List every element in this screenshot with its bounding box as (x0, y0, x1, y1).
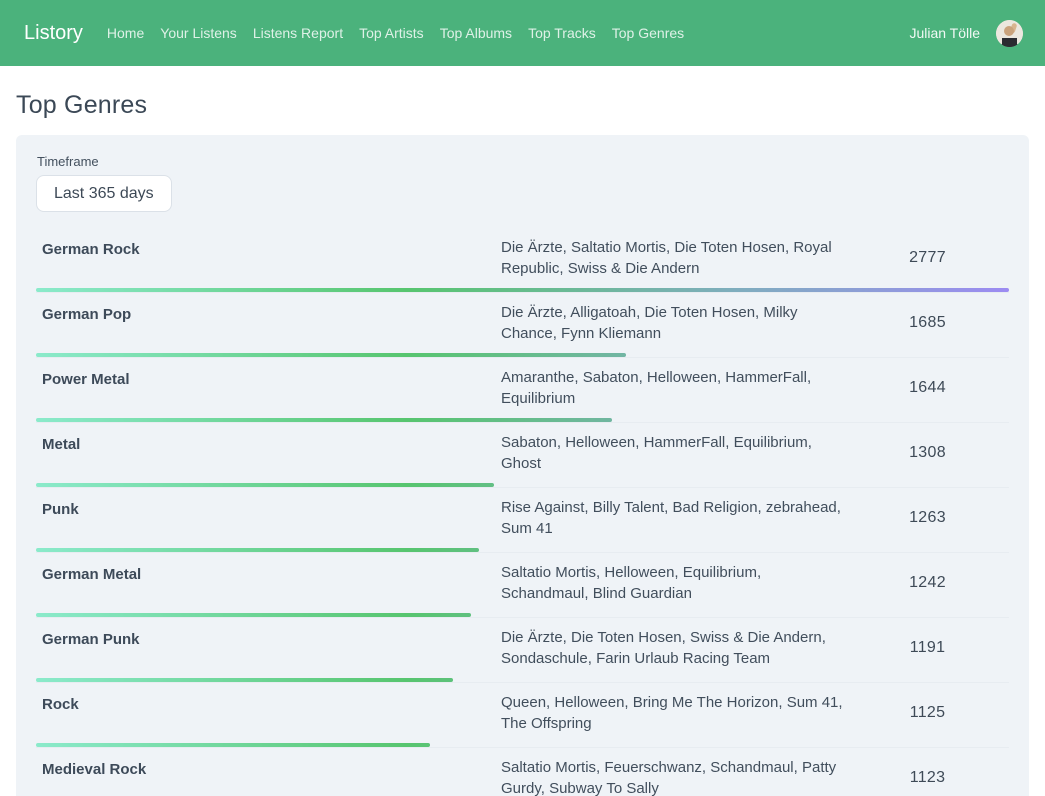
genre-name: Rock (36, 692, 501, 734)
genre-row: German Metal Saltatio Mortis, Helloween,… (36, 553, 1009, 618)
genre-progress-bar (36, 418, 612, 422)
genre-row: German Rock Die Ärzte, Saltatio Mortis, … (36, 228, 1009, 293)
genre-row: German Pop Die Ärzte, Alligatoah, Die To… (36, 293, 1009, 358)
genre-top-artists: Amaranthe, Sabaton, Helloween, HammerFal… (501, 367, 846, 409)
genre-row: Metal Sabaton, Helloween, HammerFall, Eq… (36, 423, 1009, 488)
genre-top-artists: Die Ärzte, Die Toten Hosen, Swiss & Die … (501, 627, 846, 669)
genre-listen-count: 1685 (846, 314, 1009, 332)
genre-progress-bar (36, 288, 1009, 292)
genre-top-artists: Queen, Helloween, Bring Me The Horizon, … (501, 692, 846, 734)
genre-listen-count: 1242 (846, 574, 1009, 592)
genre-top-artists: Sabaton, Helloween, HammerFall, Equilibr… (501, 432, 846, 474)
genre-name: German Pop (36, 302, 501, 344)
genre-top-artists: Die Ärzte, Saltatio Mortis, Die Toten Ho… (501, 237, 846, 279)
genre-listen-count: 1123 (846, 769, 1009, 787)
genre-name: Medieval Rock (36, 757, 501, 796)
nav-link-your-listens[interactable]: Your Listens (152, 19, 245, 47)
user-avatar-icon[interactable] (996, 20, 1023, 47)
user-name[interactable]: Julian Tölle (909, 25, 980, 41)
genre-progress-bar (36, 548, 479, 552)
top-genres-card: Timeframe Last 365 days German Rock Die … (16, 135, 1029, 796)
main-nav: HomeYour ListensListens ReportTop Artist… (99, 19, 692, 47)
timeframe-select[interactable]: Last 365 days (36, 175, 172, 212)
nav-link-top-albums[interactable]: Top Albums (432, 19, 520, 47)
nav-link-top-genres[interactable]: Top Genres (604, 19, 692, 47)
app-logo[interactable]: Listory (24, 22, 83, 45)
genre-progress-bar (36, 743, 430, 747)
genre-top-artists: Rise Against, Billy Talent, Bad Religion… (501, 497, 846, 539)
genre-top-artists: Die Ärzte, Alligatoah, Die Toten Hosen, … (501, 302, 846, 344)
genre-row: Punk Rise Against, Billy Talent, Bad Rel… (36, 488, 1009, 553)
genre-listen-count: 1263 (846, 509, 1009, 527)
navbar: Listory HomeYour ListensListens ReportTo… (0, 0, 1045, 66)
genre-listen-count: 1644 (846, 379, 1009, 397)
genre-row: Rock Queen, Helloween, Bring Me The Hori… (36, 683, 1009, 748)
navbar-left: Listory HomeYour ListensListens ReportTo… (24, 19, 692, 47)
genre-listen-count: 1191 (846, 639, 1009, 657)
genre-progress-bar (36, 483, 494, 487)
page-title: Top Genres (16, 91, 1029, 120)
genre-progress-bar (36, 353, 626, 357)
genre-row: Power Metal Amaranthe, Sabaton, Hellowee… (36, 358, 1009, 423)
genre-list: German Rock Die Ärzte, Saltatio Mortis, … (36, 228, 1009, 796)
genre-name: Punk (36, 497, 501, 539)
navbar-right: Julian Tölle (909, 20, 1023, 47)
genre-top-artists: Saltatio Mortis, Helloween, Equilibrium,… (501, 562, 846, 604)
genre-name: German Punk (36, 627, 501, 669)
nav-link-top-artists[interactable]: Top Artists (351, 19, 432, 47)
nav-link-listens-report[interactable]: Listens Report (245, 19, 351, 47)
genre-progress-bar (36, 678, 453, 682)
timeframe-section: Timeframe Last 365 days (36, 154, 1009, 212)
timeframe-label: Timeframe (37, 154, 1009, 169)
genre-listen-count: 2777 (846, 249, 1009, 267)
genre-listen-count: 1308 (846, 444, 1009, 462)
genre-row: German Punk Die Ärzte, Die Toten Hosen, … (36, 618, 1009, 683)
genre-name: Metal (36, 432, 501, 474)
genre-top-artists: Saltatio Mortis, Feuerschwanz, Schandmau… (501, 757, 846, 796)
main-content: Top Genres Timeframe Last 365 days Germa… (0, 91, 1045, 796)
nav-link-top-tracks[interactable]: Top Tracks (520, 19, 604, 47)
genre-progress-bar (36, 613, 471, 617)
nav-link-home[interactable]: Home (99, 19, 152, 47)
genre-listen-count: 1125 (846, 704, 1009, 722)
genre-name: Power Metal (36, 367, 501, 409)
genre-name: German Rock (36, 237, 501, 279)
genre-name: German Metal (36, 562, 501, 604)
genre-row: Medieval Rock Saltatio Mortis, Feuerschw… (36, 748, 1009, 796)
